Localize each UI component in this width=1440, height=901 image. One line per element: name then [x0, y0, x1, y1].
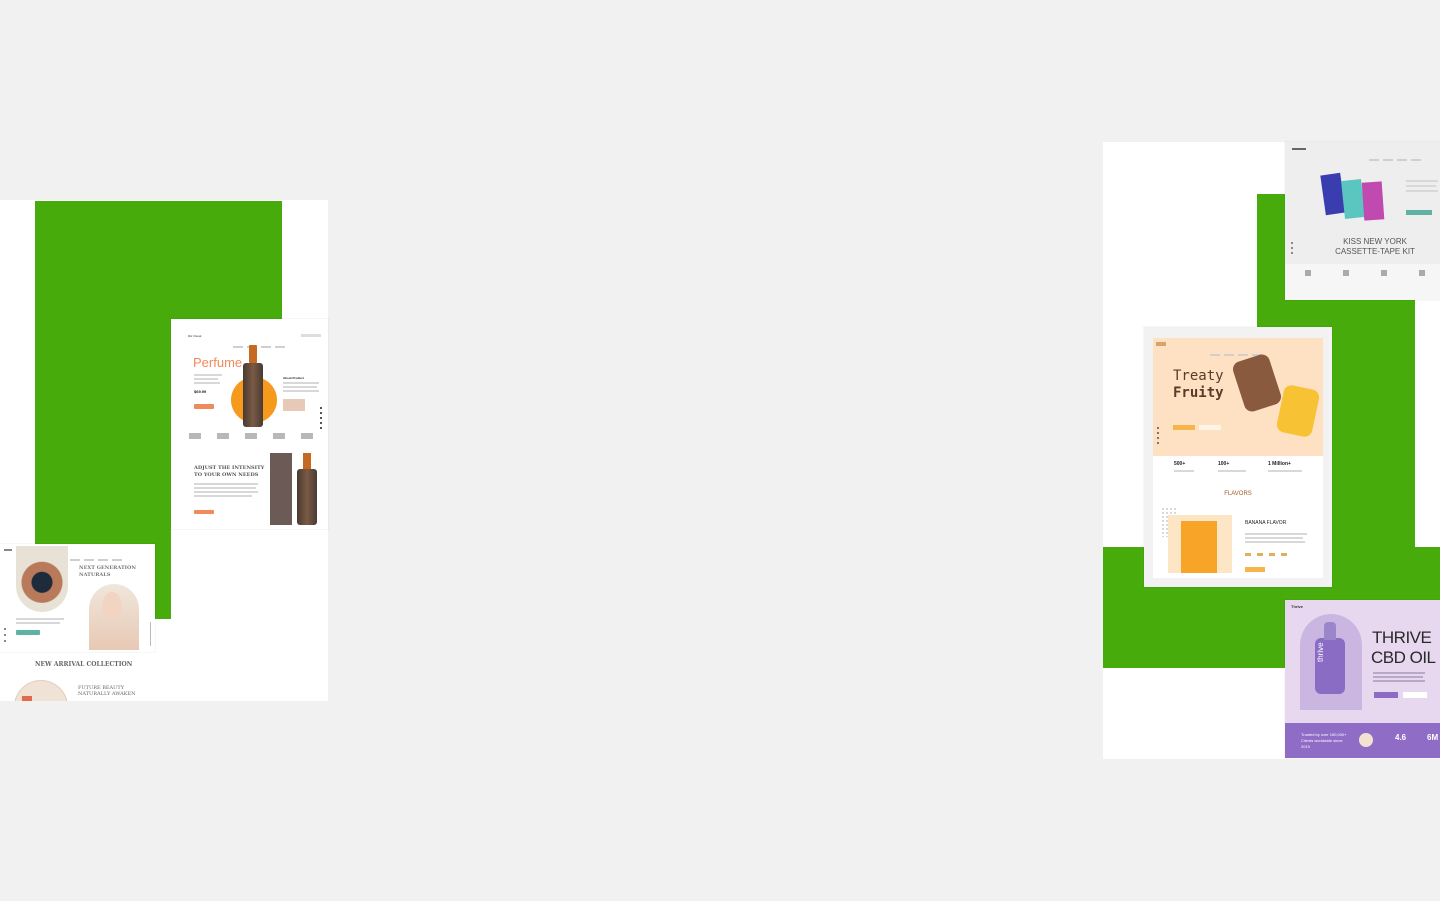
cassette-side-dots[interactable]	[1291, 242, 1293, 254]
naturals-shop-button[interactable]	[16, 630, 40, 635]
feature-title-2: NATURALLY AWAKEN	[78, 691, 136, 697]
stat-1: 500+	[1174, 461, 1186, 467]
count-value: 6M	[1427, 733, 1439, 742]
flavor-name: BANANA FLAVOR	[1245, 520, 1287, 526]
flavor-button[interactable]	[1245, 567, 1265, 572]
model-face	[102, 592, 122, 620]
naturals-nav	[66, 548, 122, 566]
product-thumb	[283, 399, 305, 411]
intensity-button[interactable]	[194, 510, 214, 514]
cassette-site-thumbnail[interactable]: KISS NEW YORK CASSETTE-TAPE KIT	[1285, 142, 1440, 300]
left-panel-bottom-mask	[0, 701, 330, 761]
naturals-logo	[4, 549, 12, 551]
treaty-logo	[1156, 342, 1166, 346]
about-title: About Product	[283, 376, 304, 380]
treaty-secondary-button[interactable]	[1199, 425, 1221, 430]
treaty-shop-button[interactable]	[1173, 425, 1195, 430]
perfume-bottle	[243, 363, 263, 427]
cassette-pink	[1361, 181, 1385, 221]
trusted-text-1: Trusted by over 150,000+	[1301, 732, 1347, 737]
flavors-title: FLAVORS	[1224, 491, 1252, 497]
banana-pack	[1181, 521, 1217, 573]
perfume-buy-button[interactable]	[194, 404, 214, 409]
treaty-hero-2: Fruity	[1173, 385, 1224, 401]
rating-value: 4.6	[1395, 733, 1407, 742]
perfume-hero-title: Perfume	[193, 355, 243, 370]
treaty-side-dots[interactable]	[1157, 427, 1159, 445]
naturals-side-dots[interactable]	[4, 628, 6, 646]
avatars	[1359, 733, 1373, 747]
perfume-logo: DH Visual	[188, 334, 202, 338]
treaty-hero-1: Treaty	[1173, 368, 1224, 384]
canvas: { "colors": {"background":"#f1f1f1","acc…	[0, 0, 1440, 901]
trusted-text-2: Clients worldwide since	[1301, 738, 1343, 743]
left-green-block-top	[35, 201, 282, 319]
trusted-text-3: 2019	[1301, 744, 1310, 749]
perfume-bottle-2-cap	[303, 453, 311, 469]
perfume-price: $69.99	[194, 389, 207, 394]
perfume-icons	[301, 334, 321, 337]
thrive-bottle-text: thrive	[1316, 642, 1325, 662]
treaty-site-thumbnail[interactable]: Treaty Fruity 500+ 100+ 1 Million+ FLAVO…	[1144, 327, 1332, 587]
intensity-title-1: ADJUST THE INTENSITY	[194, 465, 265, 471]
thrive-site-thumbnail[interactable]: Thrive thrive THRIVE CBD OIL Trusted by …	[1285, 600, 1440, 758]
new-arrival-title: NEW ARRIVAL COLLECTION	[35, 661, 133, 668]
thrive-buy-button[interactable]	[1374, 692, 1398, 698]
flavor-meta	[1245, 553, 1289, 556]
cassette-nav	[1365, 148, 1421, 166]
perfume-nav	[229, 335, 285, 353]
intensity-title-2: TO YOUR OWN NEEDS	[194, 472, 259, 478]
feature-icons	[1305, 270, 1440, 276]
naturals-product-image	[16, 546, 68, 612]
brand-logos-strip	[189, 433, 317, 439]
thrive-logo: Thrive	[1291, 604, 1304, 609]
cassette-logo	[1292, 148, 1306, 150]
perfume-box	[270, 453, 292, 525]
naturals-site-thumbnail[interactable]: NEXT GENERATION NATURALS	[0, 544, 155, 652]
stat-2: 100+	[1218, 461, 1230, 467]
perfume-bottle-cap	[249, 345, 257, 363]
thrive-learn-button[interactable]	[1403, 692, 1427, 698]
cassette-cta[interactable]	[1406, 210, 1432, 215]
thrive-title-1: THRIVE	[1372, 628, 1432, 647]
cassette-title-1: KISS NEW YORK	[1343, 237, 1407, 246]
perfume-bottle-2	[297, 469, 317, 525]
perfume-site-thumbnail[interactable]: DH Visual Perfume $69.99 About Product A…	[171, 319, 328, 529]
naturals-scroll-indicator[interactable]	[150, 622, 151, 646]
cassette-title-2: CASSETTE-TAPE KIT	[1335, 247, 1415, 256]
slider-dots[interactable]	[320, 407, 322, 429]
thrive-title-2: CBD OIL	[1371, 648, 1436, 667]
stat-3: 1 Million+	[1268, 461, 1291, 467]
thrive-dropper	[1324, 622, 1336, 640]
naturals-title-1: NEXT GENERATION	[79, 565, 136, 571]
naturals-title-2: NATURALS	[79, 572, 111, 578]
